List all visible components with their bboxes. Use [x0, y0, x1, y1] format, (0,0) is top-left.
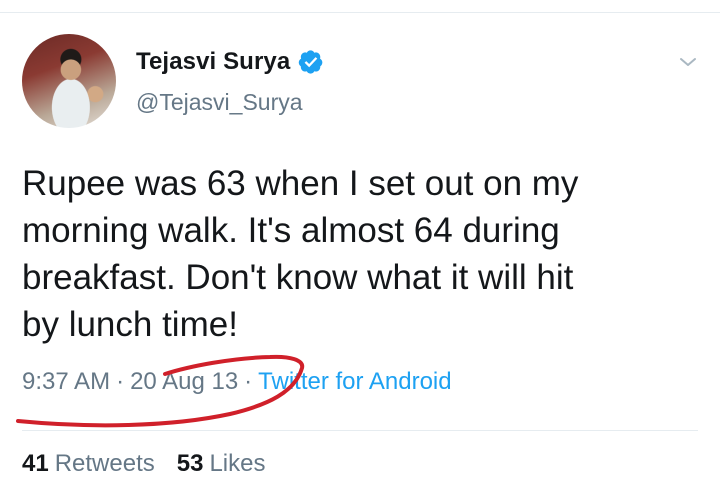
tweet-text: Rupee was 63 when I set out on my mornin…: [22, 164, 579, 344]
retweets-count: 41: [22, 450, 49, 477]
retweets-label: Retweets: [54, 450, 155, 477]
avatar[interactable]: [22, 34, 116, 128]
verified-badge-icon: [299, 50, 323, 74]
likes-stat[interactable]: 53 Likes: [177, 450, 266, 478]
name-row: Tejasvi Surya: [136, 44, 324, 80]
tweet-stats: 41 Retweets 53 Likes: [22, 450, 287, 478]
tweet-meta: 9:37 AM · 20 Aug 13 · Twitter for Androi…: [22, 368, 452, 396]
bottom-divider: [22, 430, 698, 431]
meta-separator: ·: [116, 368, 125, 395]
display-name[interactable]: Tejasvi Surya: [136, 48, 290, 76]
user-handle[interactable]: @Tejasvi_Surya: [136, 89, 303, 116]
tweet-source-link[interactable]: Twitter for Android: [258, 368, 451, 396]
meta-separator: ·: [244, 368, 253, 395]
retweets-stat[interactable]: 41 Retweets: [22, 450, 155, 478]
top-divider: [0, 12, 720, 13]
likes-count: 53: [176, 450, 204, 477]
likes-label: Likes: [209, 450, 266, 477]
tweet-date[interactable]: 20 Aug 13: [130, 368, 238, 396]
tweet-time[interactable]: 9:37 AM: [22, 368, 110, 396]
chevron-down-icon[interactable]: [676, 50, 700, 74]
